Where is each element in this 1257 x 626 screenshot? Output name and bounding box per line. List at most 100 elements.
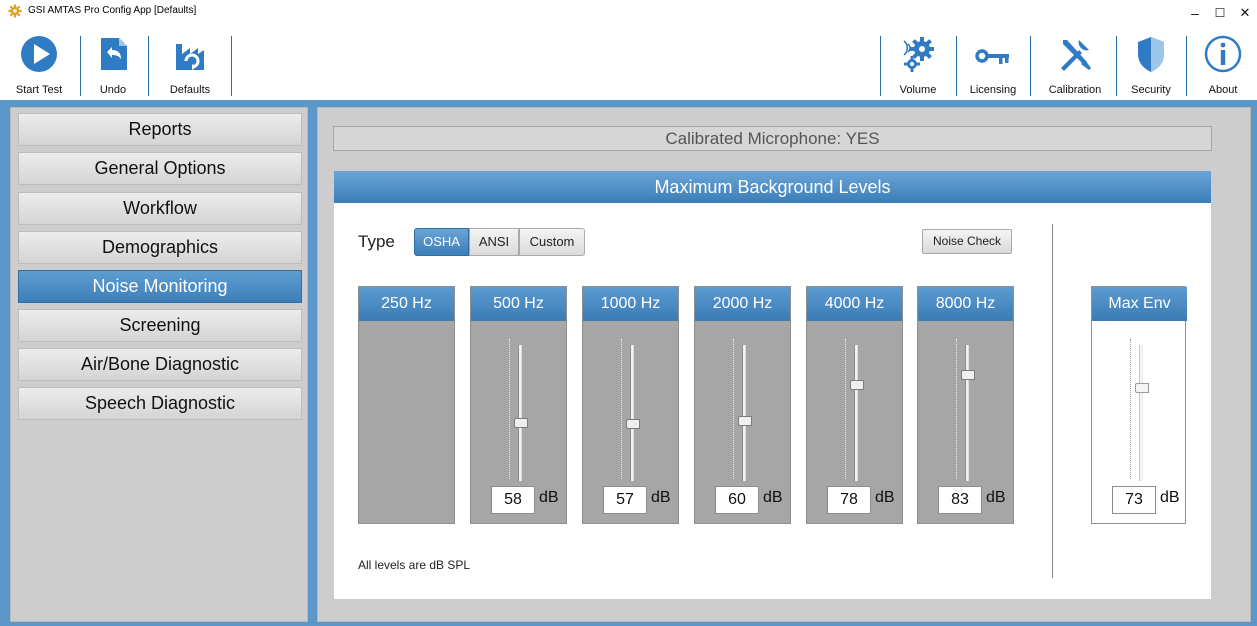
max-env-slider-track[interactable] <box>1139 345 1143 481</box>
level-slider-thumb[interactable] <box>514 418 528 428</box>
sidebar: Reports General Options Workflow Demogra… <box>10 107 308 622</box>
band-label: 1000 Hz <box>583 287 678 321</box>
slider-ticks <box>956 339 958 479</box>
volume-button[interactable]: Volume <box>890 30 946 100</box>
band-1000hz: 1000 Hz 57 dB <box>582 286 679 524</box>
level-slider-track[interactable] <box>742 345 746 481</box>
level-unit: dB <box>539 489 559 506</box>
defaults-label: Defaults <box>169 84 211 96</box>
band-label: 250 Hz <box>359 287 454 321</box>
calibration-button[interactable]: Calibration <box>1036 30 1114 100</box>
panel-divider <box>1052 224 1053 578</box>
level-slider-thumb[interactable] <box>738 416 752 426</box>
toolbar-separator <box>880 36 881 96</box>
undo-button[interactable]: Undo <box>88 30 138 100</box>
factory-defaults-icon <box>176 44 204 70</box>
tools-icon <box>1061 40 1091 71</box>
volume-label: Volume <box>899 84 937 96</box>
level-unit: dB <box>763 489 783 506</box>
minimize-button[interactable]: – <box>1182 4 1208 22</box>
type-osha-option[interactable]: OSHA <box>414 228 469 256</box>
level-value-input[interactable]: 57 <box>603 486 647 514</box>
band-4000hz: 4000 Hz 78 dB <box>806 286 903 524</box>
start-test-label: Start Test <box>15 84 63 96</box>
licensing-label: Licensing <box>969 84 1017 96</box>
key-icon <box>975 49 1009 64</box>
band-8000hz: 8000 Hz 83 dB <box>917 286 1014 524</box>
slider-ticks <box>509 339 511 479</box>
level-slider-track[interactable] <box>854 345 858 481</box>
app-window: GSI AMTAS Pro Config App [Defaults] – ☐ … <box>0 0 1257 626</box>
toolbar-separator <box>956 36 957 96</box>
band-label: 500 Hz <box>471 287 566 321</box>
play-icon <box>21 36 57 72</box>
level-slider-track[interactable] <box>518 345 522 481</box>
sidebar-item-workflow[interactable]: Workflow <box>18 192 302 225</box>
level-slider-thumb[interactable] <box>961 370 975 380</box>
window-title: GSI AMTAS Pro Config App [Defaults] <box>28 5 197 16</box>
max-env-control: Max Env 73 dB <box>1091 286 1187 524</box>
level-slider-thumb[interactable] <box>626 419 640 429</box>
sidebar-item-reports[interactable]: Reports <box>18 113 302 146</box>
about-label: About <box>1208 84 1238 96</box>
sidebar-item-screening[interactable]: Screening <box>18 309 302 342</box>
sidebar-item-noise-monitoring[interactable]: Noise Monitoring <box>18 270 302 303</box>
sidebar-item-air-bone-diagnostic[interactable]: Air/Bone Diagnostic <box>18 348 302 381</box>
toolbar-separator <box>80 36 81 96</box>
panel-title: Maximum Background Levels <box>334 171 1211 203</box>
type-label: Type <box>358 232 395 251</box>
level-value-input[interactable]: 78 <box>827 486 871 514</box>
shield-icon <box>1138 37 1164 72</box>
info-icon <box>1204 35 1242 73</box>
toolbar-separator <box>231 36 232 96</box>
band-500hz: 500 Hz 58 dB <box>470 286 567 524</box>
type-custom-option[interactable]: Custom <box>519 228 585 256</box>
title-bar: GSI AMTAS Pro Config App [Defaults] – ☐ … <box>0 0 1257 30</box>
calibrated-microphone-status: Calibrated Microphone: YES <box>333 126 1212 151</box>
about-button[interactable]: About <box>1198 30 1248 100</box>
level-unit: dB <box>651 489 671 506</box>
level-value-input[interactable]: 58 <box>491 486 535 514</box>
max-env-label: Max Env <box>1092 287 1187 321</box>
maximize-button[interactable]: ☐ <box>1207 4 1233 22</box>
band-label: 8000 Hz <box>918 287 1013 321</box>
security-label: Security <box>1131 84 1171 96</box>
slider-ticks <box>845 339 847 479</box>
app-gear-icon <box>8 4 22 18</box>
sidebar-item-speech-diagnostic[interactable]: Speech Diagnostic <box>18 387 302 420</box>
max-env-slider-thumb[interactable] <box>1135 383 1149 393</box>
licensing-button[interactable]: Licensing <box>962 30 1024 100</box>
security-button[interactable]: Security <box>1122 30 1180 100</box>
level-slider-track[interactable] <box>630 345 634 481</box>
toolbar-separator <box>148 36 149 96</box>
level-value-input[interactable]: 60 <box>715 486 759 514</box>
band-2000hz: 2000 Hz 60 dB <box>694 286 791 524</box>
noise-check-button[interactable]: Noise Check <box>922 229 1012 254</box>
level-slider-track[interactable] <box>965 345 969 481</box>
type-ansi-option[interactable]: ANSI <box>469 228 519 256</box>
calibration-label: Calibration <box>1048 84 1102 96</box>
toolbar-separator <box>1116 36 1117 96</box>
slider-ticks <box>621 339 623 479</box>
close-button[interactable]: ✕ <box>1232 4 1257 22</box>
level-unit: dB <box>986 489 1006 506</box>
slider-ticks <box>1130 339 1132 479</box>
sidebar-item-demographics[interactable]: Demographics <box>18 231 302 264</box>
level-value-input[interactable]: 83 <box>938 486 982 514</box>
volume-gears-icon <box>903 37 934 72</box>
start-test-button[interactable]: Start Test <box>6 30 72 100</box>
max-env-unit: dB <box>1160 489 1180 506</box>
toolbar-separator <box>1030 36 1031 96</box>
levels-footnote: All levels are dB SPL <box>358 558 471 572</box>
band-250hz: 250 Hz <box>358 286 455 524</box>
toolbar-separator <box>1186 36 1187 96</box>
level-unit: dB <box>875 489 895 506</box>
slider-ticks <box>733 339 735 479</box>
undo-icon <box>101 38 127 70</box>
band-label: 2000 Hz <box>695 287 790 321</box>
max-env-value-input[interactable]: 73 <box>1112 486 1156 514</box>
band-label: 4000 Hz <box>807 287 902 321</box>
sidebar-item-general-options[interactable]: General Options <box>18 152 302 185</box>
defaults-button[interactable]: Defaults <box>158 30 222 100</box>
level-slider-thumb[interactable] <box>850 380 864 390</box>
